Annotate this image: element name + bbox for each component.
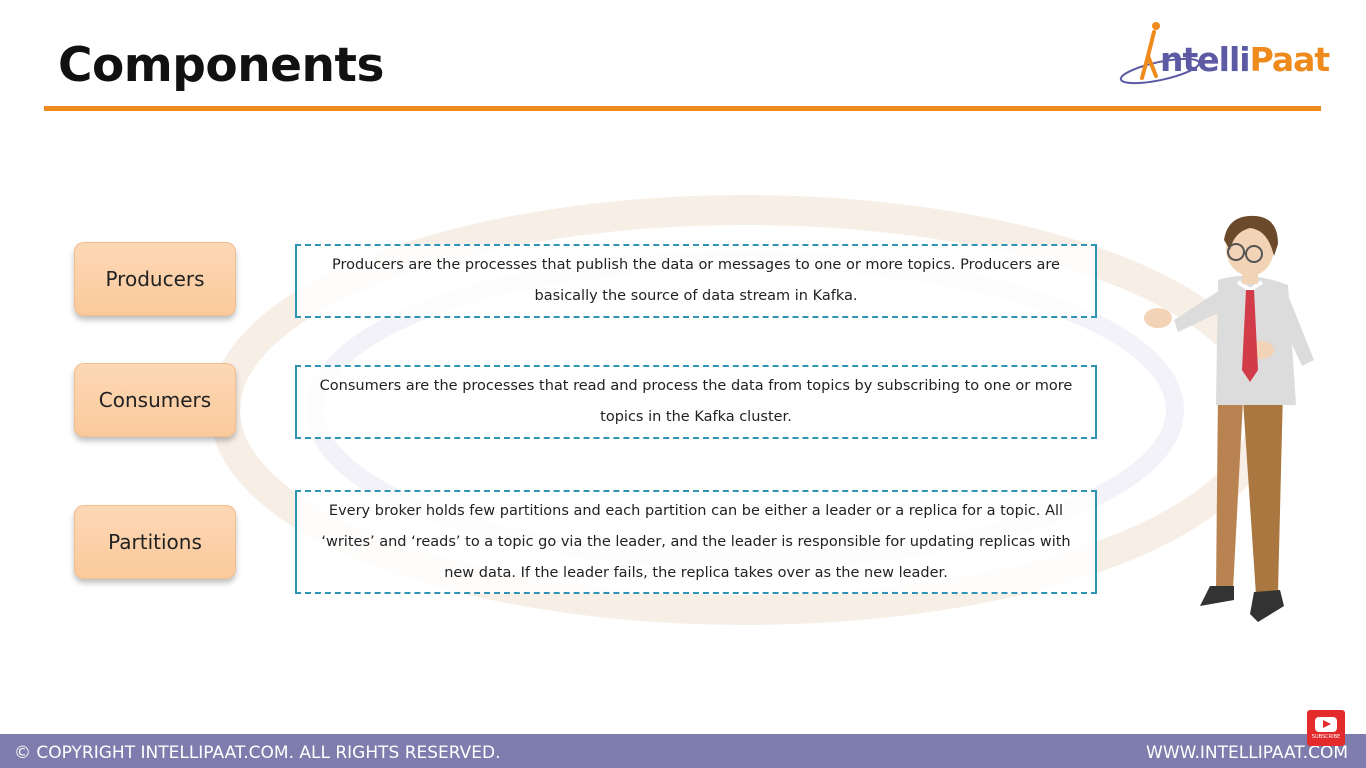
title-divider bbox=[44, 106, 1321, 111]
logo-text: ntelliPaat bbox=[1160, 40, 1331, 79]
partitions-button[interactable]: Partitions bbox=[74, 505, 236, 579]
partitions-description: Every broker holds few partitions and ea… bbox=[295, 490, 1097, 594]
youtube-play-icon bbox=[1315, 716, 1337, 732]
page-title: Components bbox=[58, 38, 384, 93]
youtube-subscribe-button[interactable]: SUBSCRIBE bbox=[1307, 710, 1345, 746]
logo-text-part1: ntelli bbox=[1160, 40, 1251, 79]
consumers-button[interactable]: Consumers bbox=[74, 363, 236, 437]
footer-bar: © COPYRIGHT INTELLIPAAT.COM. ALL RIGHTS … bbox=[0, 734, 1366, 768]
copyright-text: © COPYRIGHT INTELLIPAAT.COM. ALL RIGHTS … bbox=[14, 743, 501, 763]
logo-text-part2: Paat bbox=[1249, 40, 1331, 79]
website-link[interactable]: WWW.INTELLIPAAT.COM bbox=[1146, 743, 1348, 763]
producers-button[interactable]: Producers bbox=[74, 242, 236, 316]
consumers-description: Consumers are the processes that read an… bbox=[295, 365, 1097, 439]
producers-description: Producers are the processes that publish… bbox=[295, 244, 1097, 318]
presenter-illustration bbox=[1144, 215, 1314, 622]
subscribe-label: SUBSCRIBE bbox=[1311, 733, 1341, 740]
